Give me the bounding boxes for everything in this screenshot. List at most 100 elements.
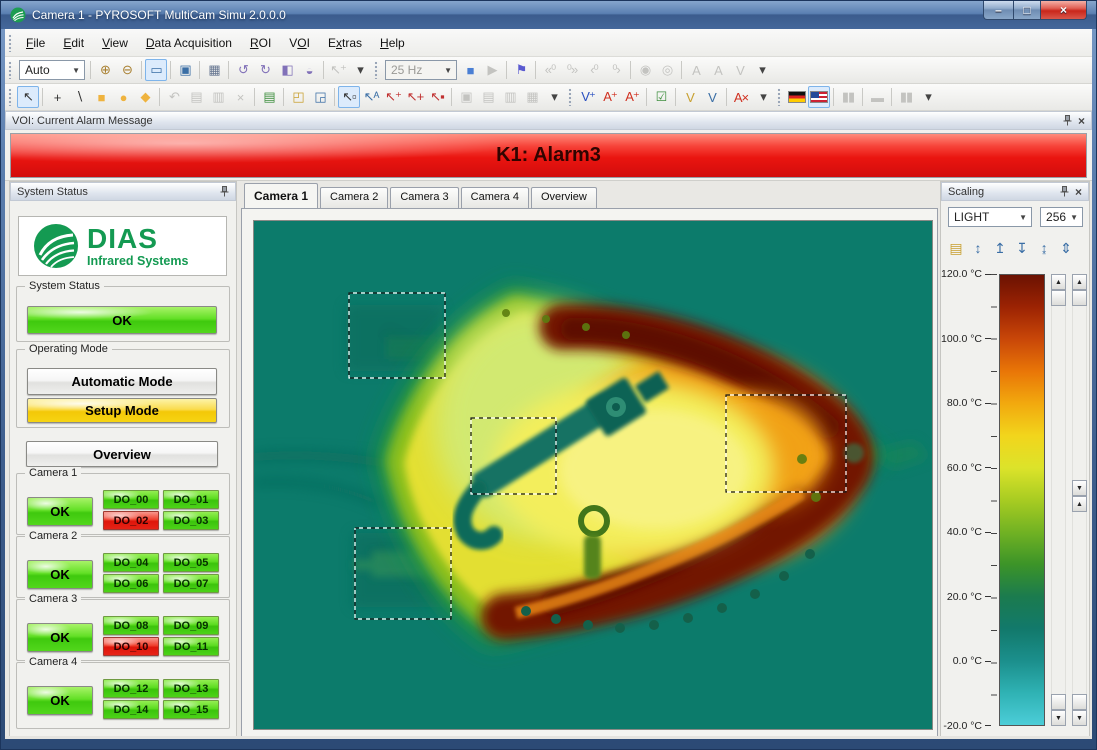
open-voi-icon[interactable]: V xyxy=(679,86,701,108)
save-roi-icon[interactable]: ◲ xyxy=(309,86,331,108)
order-back-icon[interactable]: ▤ xyxy=(477,86,499,108)
undo-icon[interactable]: ↶ xyxy=(163,86,185,108)
toolbar-grip[interactable] xyxy=(568,88,573,106)
freeze-line-icon[interactable]: ▬ xyxy=(866,86,888,108)
upper-spin-down-button[interactable]: ▼ xyxy=(1051,710,1066,726)
tab-camera2[interactable]: Camera 2 xyxy=(320,187,388,208)
line-tool-icon[interactable]: ∖ xyxy=(68,86,90,108)
do-08-indicator[interactable]: DO_08 xyxy=(103,616,159,635)
save-voi-icon[interactable]: V xyxy=(701,86,723,108)
zoom-in-icon[interactable]: ⊕ xyxy=(94,59,116,81)
german-language-icon[interactable] xyxy=(786,86,808,108)
roi-select-icon[interactable]: ↖▫ xyxy=(338,86,360,108)
toolbar-grip[interactable] xyxy=(374,61,379,79)
do-13-indicator[interactable]: DO_13 xyxy=(163,679,219,698)
do-05-indicator[interactable]: DO_05 xyxy=(163,553,219,572)
lower-spin-up-button[interactable]: ▲ xyxy=(1072,274,1087,290)
do-09-indicator[interactable]: DO_09 xyxy=(163,616,219,635)
camera2-status-button[interactable]: OK xyxy=(27,560,93,589)
open-roi-icon[interactable]: ◰ xyxy=(287,86,309,108)
palette-combo[interactable]: LIGHT ▼ xyxy=(948,207,1032,227)
rotate-left-icon[interactable]: ↺ xyxy=(232,59,254,81)
view-toolbar-overflow-icon[interactable]: ▾ xyxy=(349,59,371,81)
pixel-grid-icon[interactable]: ▦ xyxy=(203,59,225,81)
language-toolbar-overflow-icon[interactable]: ▾ xyxy=(917,86,939,108)
fit-to-window-icon[interactable]: ▭ xyxy=(145,59,167,81)
paste-icon[interactable]: ▥ xyxy=(207,86,229,108)
menu-file[interactable]: File xyxy=(17,30,54,56)
record-save-icon[interactable]: ◉ xyxy=(634,59,656,81)
do-04-indicator[interactable]: DO_04 xyxy=(103,553,159,572)
delete-voi-icon[interactable]: A× xyxy=(730,86,752,108)
auto-range-icon[interactable]: ⇕ xyxy=(1055,237,1077,259)
pin-icon[interactable] xyxy=(1063,115,1072,126)
menu-help[interactable]: Help xyxy=(371,30,414,56)
fast-forward-icon[interactable]: ⁰» xyxy=(561,59,583,81)
system-status-ok-button[interactable]: OK xyxy=(27,306,217,334)
ellipse-tool-icon[interactable]: ● xyxy=(112,86,134,108)
toolbar-grip[interactable] xyxy=(8,61,13,79)
shift-down-icon[interactable]: ↧ xyxy=(1011,237,1033,259)
select-tool-icon[interactable]: ↖ xyxy=(17,86,39,108)
setup-mode-button[interactable]: Setup Mode xyxy=(27,398,217,423)
flip-horizontal-icon[interactable]: ◧ xyxy=(276,59,298,81)
menu-view[interactable]: View xyxy=(93,30,137,56)
zoom-out-icon[interactable]: ⊖ xyxy=(116,59,138,81)
save-voi-ascii-icon[interactable]: V xyxy=(729,59,751,81)
roi-add-icon[interactable]: ↖⁺ xyxy=(382,86,404,108)
scaling-properties-icon[interactable]: ▤ xyxy=(945,237,967,259)
lower-spin-blank-button[interactable] xyxy=(1072,290,1087,306)
pin-icon[interactable] xyxy=(220,186,229,197)
upper-spin-up-button[interactable]: ▲ xyxy=(1051,274,1066,290)
tab-camera3[interactable]: Camera 3 xyxy=(390,187,458,208)
lower-spin-mid-up-button[interactable]: ▲ xyxy=(1072,496,1087,512)
save-ascii-icon[interactable]: A xyxy=(685,59,707,81)
add-alarm-voi-icon[interactable]: A⁺ xyxy=(599,86,621,108)
voi-table-icon[interactable]: ☑ xyxy=(650,86,672,108)
full-range-icon[interactable]: ↨ xyxy=(1033,237,1055,259)
delete-icon[interactable]: × xyxy=(229,86,251,108)
close-panel-icon[interactable]: × xyxy=(1075,186,1082,198)
fast-backward-icon[interactable]: «⁰ xyxy=(539,59,561,81)
menu-extras[interactable]: Extras xyxy=(319,30,371,56)
roi-toolbar-overflow-icon[interactable]: ▾ xyxy=(543,86,565,108)
step-backward-icon[interactable]: ‹⁰ xyxy=(583,59,605,81)
minimize-button[interactable]: – xyxy=(983,1,1013,20)
polygon-tool-icon[interactable]: ◆ xyxy=(134,86,156,108)
tab-camera4[interactable]: Camera 4 xyxy=(461,187,529,208)
voi-toolbar-overflow-icon[interactable]: ▾ xyxy=(752,86,774,108)
camera4-status-button[interactable]: OK xyxy=(27,686,93,715)
do-00-indicator[interactable]: DO_00 xyxy=(103,490,159,509)
do-14-indicator[interactable]: DO_14 xyxy=(103,700,159,719)
show-full-image-icon[interactable]: ▣ xyxy=(174,59,196,81)
order-forward-icon[interactable]: ▥ xyxy=(499,86,521,108)
menubar-grip[interactable] xyxy=(8,34,13,52)
upper-spin-track[interactable] xyxy=(1051,274,1066,726)
roi-label-icon[interactable]: ↖ᴬ xyxy=(360,86,382,108)
rectangle-tool-icon[interactable]: ■ xyxy=(90,86,112,108)
order-front-icon[interactable]: ▣ xyxy=(455,86,477,108)
shift-up-icon[interactable]: ↥ xyxy=(989,237,1011,259)
roi-remove-icon[interactable]: ↖▪ xyxy=(426,86,448,108)
zoom-mode-combo[interactable]: Auto ▼ xyxy=(19,60,85,80)
rotate-right-icon[interactable]: ↻ xyxy=(254,59,276,81)
do-11-indicator[interactable]: DO_11 xyxy=(163,637,219,656)
do-12-indicator[interactable]: DO_12 xyxy=(103,679,159,698)
do-10-indicator[interactable]: DO_10 xyxy=(103,637,159,656)
automatic-mode-button[interactable]: Automatic Mode xyxy=(27,368,217,395)
pause-display-icon[interactable]: ▮▮ xyxy=(837,86,859,108)
tab-camera1[interactable]: Camera 1 xyxy=(244,183,318,208)
do-03-indicator[interactable]: DO_03 xyxy=(163,511,219,530)
select-add-icon[interactable]: ↖⁺ xyxy=(327,59,349,81)
copy-icon[interactable]: ▤ xyxy=(185,86,207,108)
set-marker-icon[interactable]: ⚑ xyxy=(510,59,532,81)
toolbar-grip[interactable] xyxy=(8,88,13,106)
do-02-indicator[interactable]: DO_02 xyxy=(103,511,159,530)
menu-voi[interactable]: VOI xyxy=(280,30,319,56)
add-alarm-message-icon[interactable]: A⁺ xyxy=(621,86,643,108)
camera1-status-button[interactable]: OK xyxy=(27,497,93,526)
hold-icon[interactable]: ▮▮ xyxy=(895,86,917,108)
order-backward-icon[interactable]: ▦ xyxy=(521,86,543,108)
pin-icon[interactable] xyxy=(1060,186,1069,197)
menu-data-acquisition[interactable]: Data Acquisition xyxy=(137,30,241,56)
